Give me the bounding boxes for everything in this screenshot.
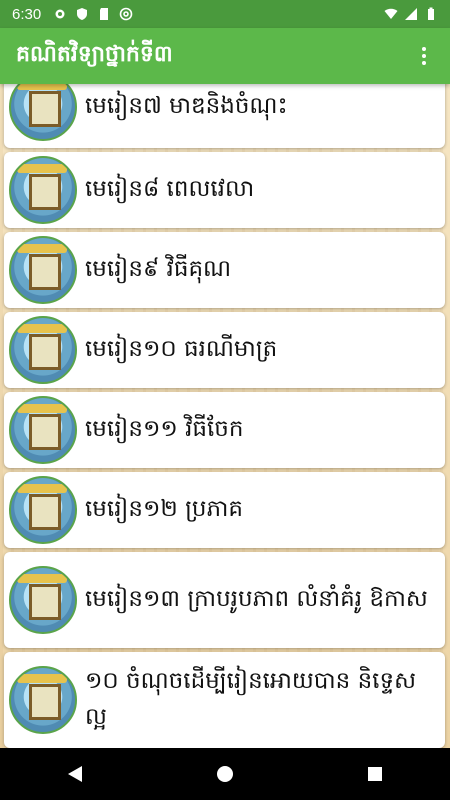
lesson-label: មេរៀន៩ វិធីគុណ — [85, 256, 232, 283]
lesson-thumbnail-icon — [9, 566, 77, 634]
shield-icon — [77, 8, 88, 20]
lesson-thumbnail-icon — [9, 84, 77, 141]
lesson-label: មេរៀន១០ ធរណីមាត្រ — [85, 336, 278, 363]
lesson-label: ១០ ចំណុចដើម្បីរៀនអោយបាន និទ្ទេសល្អ — [85, 668, 416, 730]
lesson-label: មេរៀន១១ វិធីចែក — [85, 416, 244, 443]
at-sign-icon — [119, 7, 133, 21]
lesson-item-8[interactable]: មេរៀន៨ ពេលវេលា — [4, 152, 445, 228]
status-bar: 6:30 — [0, 0, 450, 28]
lesson-label: មេរៀន១២ ប្រភាគ — [85, 496, 244, 523]
lesson-item-7[interactable]: មេរៀន៧ មាឌនិងចំណុះ — [4, 84, 445, 148]
back-icon[interactable] — [55, 754, 95, 794]
lesson-thumbnail-icon — [9, 316, 77, 384]
lesson-item-10[interactable]: មេរៀន១០ ធរណីមាត្រ — [4, 312, 445, 388]
lesson-label: មេរៀន១៣ ក្រាបរូបភាព លំនាំគំរូ ឱកាស — [85, 586, 428, 613]
lesson-item-13[interactable]: មេរៀន១៣ ក្រាបរូបភាព លំនាំគំរូ ឱកាស — [4, 552, 445, 648]
status-system-icons — [384, 7, 438, 21]
lesson-thumbnail-icon — [9, 476, 77, 544]
lesson-item-11[interactable]: មេរៀន១១ វិធីចែក — [4, 392, 445, 468]
lesson-label: មេរៀន៨ ពេលវេលា — [85, 176, 255, 203]
status-notification-icons — [53, 7, 133, 21]
more-vert-icon[interactable] — [412, 44, 436, 68]
lesson-item-9[interactable]: មេរៀន៩ វិធីគុណ — [4, 232, 445, 308]
lesson-list-container[interactable]: មេរៀន៧ មាឌនិងចំណុះ មេរៀន៨ ពេលវេលា មេរៀន៩… — [0, 84, 450, 748]
app-title: គណិតវិទ្យាថ្នាក់ទី៣ — [16, 42, 173, 67]
lesson-thumbnail-icon — [9, 666, 77, 734]
gear-icon — [55, 9, 65, 19]
lesson-thumbnail-icon — [9, 156, 77, 224]
wifi-icon — [384, 8, 398, 19]
lesson-thumbnail-icon — [9, 396, 77, 464]
lesson-item-12[interactable]: មេរៀន១២ ប្រភាគ — [4, 472, 445, 548]
lesson-thumbnail-icon — [9, 236, 77, 304]
lesson-item-tips[interactable]: ១០ ចំណុចដើម្បីរៀនអោយបាន និទ្ទេសល្អ — [4, 652, 445, 748]
signal-icon — [405, 8, 417, 20]
sd-card-icon — [100, 8, 109, 20]
lesson-label: មេរៀន៧ មាឌនិងចំណុះ — [85, 93, 288, 120]
status-time: 6:30 — [12, 5, 42, 23]
recents-icon[interactable] — [355, 754, 395, 794]
home-icon[interactable] — [205, 754, 245, 794]
app-bar: គណិតវិទ្យាថ្នាក់ទី៣ — [0, 28, 450, 84]
battery-icon — [428, 7, 434, 20]
navigation-bar — [0, 748, 450, 800]
